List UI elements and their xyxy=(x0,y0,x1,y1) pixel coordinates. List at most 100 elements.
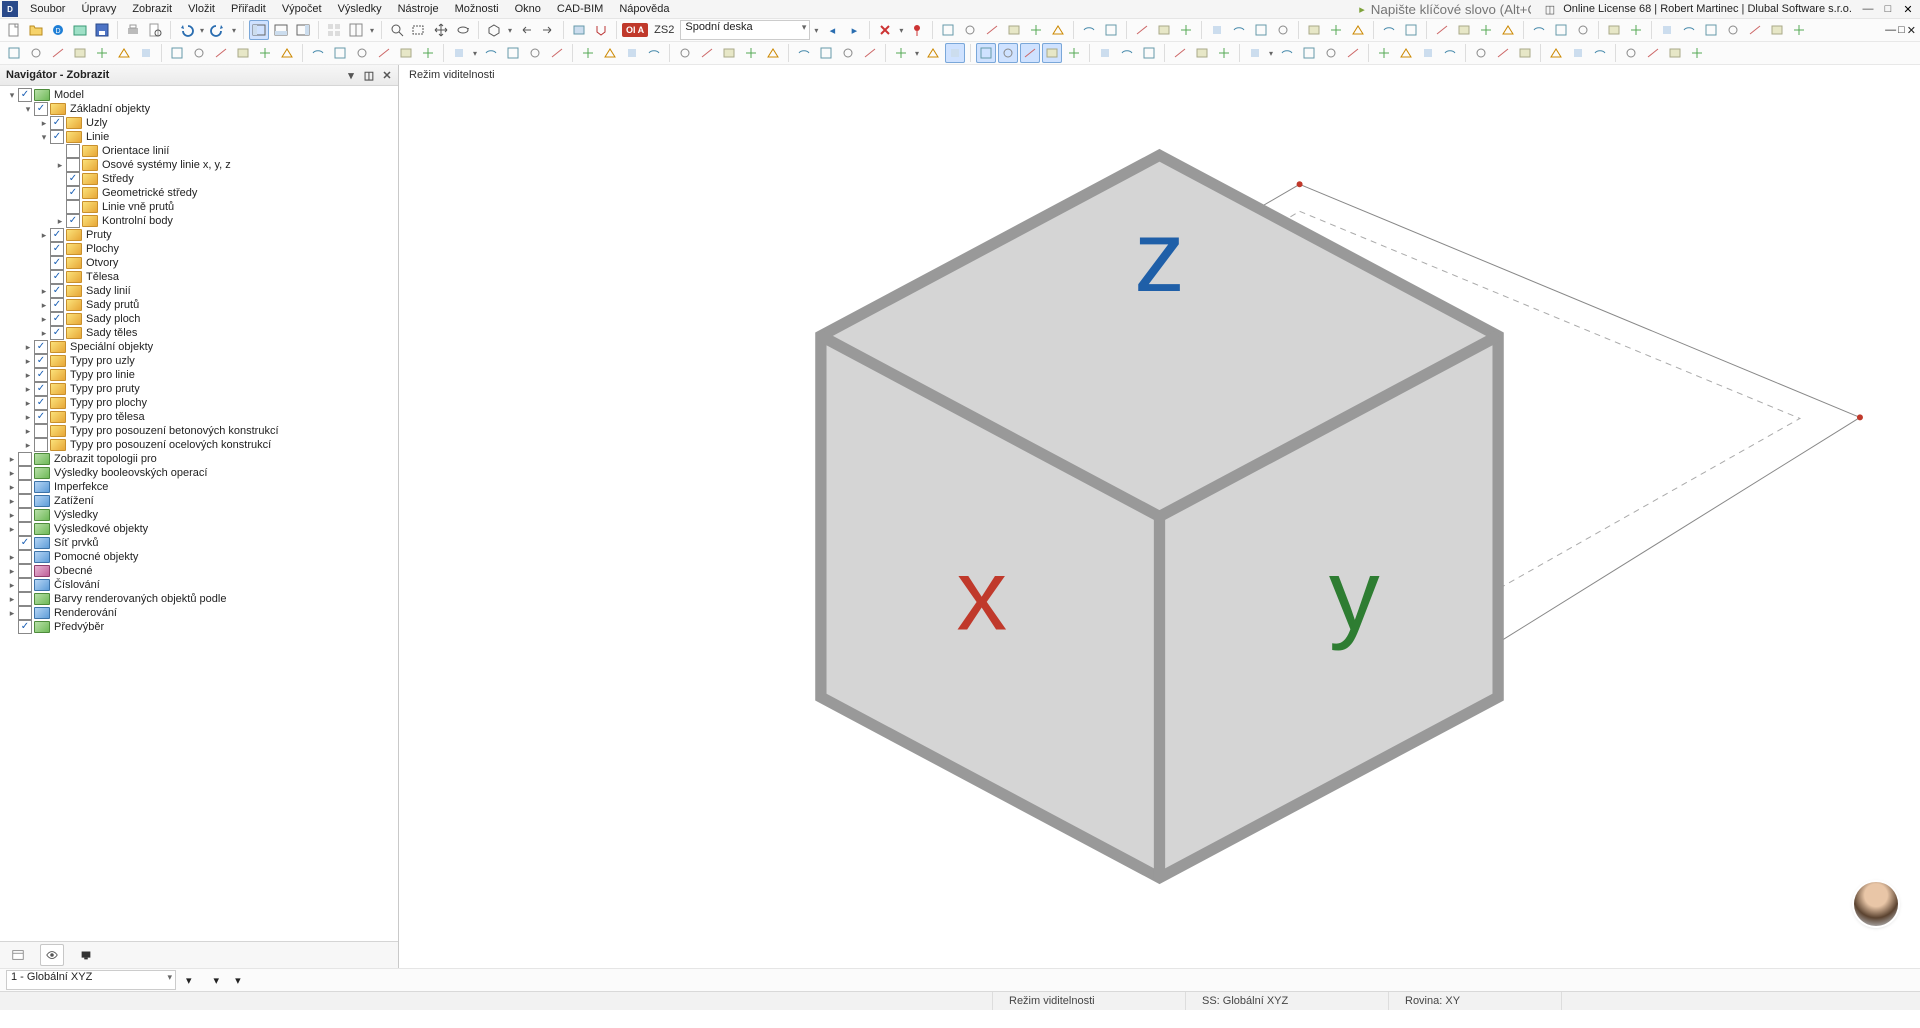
tree-node-10[interactable]: ▸✓Pruty xyxy=(0,228,398,242)
pan-icon[interactable] xyxy=(431,20,451,40)
tool2-61-icon[interactable] xyxy=(1493,43,1513,63)
bookmark3-icon[interactable] xyxy=(1701,20,1721,40)
tool2-67-icon[interactable] xyxy=(1643,43,1663,63)
expand-icon[interactable]: ▾ xyxy=(6,88,18,102)
render-icon[interactable] xyxy=(1348,20,1368,40)
find-icon[interactable] xyxy=(1379,20,1399,40)
panel-left-icon[interactable] xyxy=(249,20,269,40)
expand-icon[interactable]: ▸ xyxy=(22,396,34,410)
ol-badge[interactable]: Ol A xyxy=(622,23,648,37)
zoom-window-icon[interactable] xyxy=(409,20,429,40)
panel-toggle-icon[interactable]: ◫ xyxy=(1545,3,1555,16)
expand-icon[interactable]: ▸ xyxy=(22,382,34,396)
menu-cad-bim[interactable]: CAD-BIM xyxy=(549,1,611,17)
distance-icon[interactable] xyxy=(938,20,958,40)
expand-icon[interactable]: ▸ xyxy=(6,466,18,480)
expand-icon[interactable]: ▸ xyxy=(38,298,50,312)
minus-icon[interactable] xyxy=(1626,20,1646,40)
tree-node-8[interactable]: ✓Linie vně prutů xyxy=(0,200,398,214)
tool2-27-icon[interactable] xyxy=(644,43,664,63)
quick-search[interactable]: ▸ xyxy=(1359,1,1545,18)
checkbox[interactable]: ✓ xyxy=(34,438,48,452)
menu-okno[interactable]: Okno xyxy=(507,1,549,17)
checkbox[interactable]: ✓ xyxy=(18,620,32,634)
checkbox[interactable]: ✓ xyxy=(50,312,64,326)
checkbox[interactable]: ✓ xyxy=(34,396,48,410)
menu-přiřadit[interactable]: Přiřadit xyxy=(223,1,274,17)
checkbox[interactable]: ✓ xyxy=(66,200,80,214)
workplane-combo[interactable]: 1 - Globální XYZ xyxy=(6,970,176,990)
tool2-24-icon[interactable] xyxy=(578,43,598,63)
iso-icon[interactable] xyxy=(1207,20,1227,40)
tool2-19-icon[interactable] xyxy=(449,43,469,63)
tool2-37-icon[interactable] xyxy=(891,43,911,63)
checkbox[interactable]: ✓ xyxy=(18,578,32,592)
tool2-48-icon[interactable] xyxy=(1170,43,1190,63)
clip-z-icon[interactable] xyxy=(1048,20,1068,40)
axes-x-icon[interactable] xyxy=(1432,20,1452,40)
tree-node-19[interactable]: ▸✓Typy pro uzly xyxy=(0,354,398,368)
checkbox[interactable]: ✓ xyxy=(50,298,64,312)
menu-soubor[interactable]: Soubor xyxy=(22,1,73,17)
cut-z-icon[interactable] xyxy=(1176,20,1196,40)
tool2-68-icon[interactable] xyxy=(1665,43,1685,63)
block-icon[interactable] xyxy=(70,20,90,40)
cloud-icon[interactable]: D xyxy=(48,20,68,40)
tool2-50-icon[interactable] xyxy=(1214,43,1234,63)
show-surfaces-icon[interactable] xyxy=(569,20,589,40)
print-preview-icon[interactable] xyxy=(145,20,165,40)
tree-node-32[interactable]: ✓Síť prvků xyxy=(0,536,398,550)
navigator-tree[interactable]: ▾✓Model▾✓Základní objekty▸✓Uzly▾✓Linie✓O… xyxy=(0,86,398,941)
tool2-6-icon[interactable] xyxy=(136,43,156,63)
checkbox[interactable]: ✓ xyxy=(66,186,80,200)
expand-icon[interactable]: ▸ xyxy=(22,354,34,368)
checkbox[interactable]: ✓ xyxy=(34,354,48,368)
tree-node-37[interactable]: ▸✓Renderování xyxy=(0,606,398,620)
shade-icon[interactable] xyxy=(1326,20,1346,40)
expand-icon[interactable]: ▸ xyxy=(22,368,34,382)
tree-node-18[interactable]: ▸✓Speciální objekty xyxy=(0,340,398,354)
tool2-9-icon[interactable] xyxy=(211,43,231,63)
view-iso-icon[interactable] xyxy=(484,20,504,40)
checkbox[interactable]: ✓ xyxy=(50,130,64,144)
tree-node-6[interactable]: ✓Středy xyxy=(0,172,398,186)
tile-windows-icon[interactable] xyxy=(324,20,344,40)
checkbox[interactable]: ✓ xyxy=(50,116,64,130)
checkbox[interactable]: ✓ xyxy=(18,536,32,550)
tree-node-5[interactable]: ▸✓Osové systémy linie x, y, z xyxy=(0,158,398,172)
minimize-button[interactable]: ― xyxy=(1859,2,1877,16)
checkbox[interactable]: ✓ xyxy=(18,606,32,620)
front-icon[interactable] xyxy=(1251,20,1271,40)
tool2-60-icon[interactable] xyxy=(1471,43,1491,63)
tool2-65-icon[interactable] xyxy=(1590,43,1610,63)
expand-icon[interactable]: ▾ xyxy=(38,130,50,144)
tree-node-29[interactable]: ▸✓Zatížení xyxy=(0,494,398,508)
tool2-22-icon[interactable] xyxy=(525,43,545,63)
tab-views-icon[interactable] xyxy=(74,944,98,966)
tree-node-26[interactable]: ▸✓Zobrazit topologii pro xyxy=(0,452,398,466)
menu-možnosti[interactable]: Možnosti xyxy=(447,1,507,17)
menu-nápověda[interactable]: Nápověda xyxy=(611,1,677,17)
tool2-0-icon[interactable] xyxy=(4,43,24,63)
tool2-39-icon[interactable] xyxy=(945,43,965,63)
checkbox[interactable]: ✓ xyxy=(34,410,48,424)
tool2-16-icon[interactable] xyxy=(374,43,394,63)
checkbox[interactable]: ✓ xyxy=(50,228,64,242)
prev-view-icon[interactable] xyxy=(516,20,536,40)
tool2-55-icon[interactable] xyxy=(1343,43,1363,63)
tool2-44-icon[interactable] xyxy=(1064,43,1084,63)
tool2-31-icon[interactable] xyxy=(741,43,761,63)
loadcase-combo[interactable]: Spodní deska xyxy=(680,20,810,40)
undo-icon[interactable] xyxy=(176,20,196,40)
expand-icon[interactable]: ▸ xyxy=(6,550,18,564)
pin-icon[interactable] xyxy=(907,20,927,40)
tool2-28-icon[interactable] xyxy=(675,43,695,63)
expand-icon[interactable]: ▸ xyxy=(6,508,18,522)
assistant-avatar-icon[interactable] xyxy=(1854,882,1898,926)
tree-node-25[interactable]: ▸✓Typy pro posouzení ocelových konstrukc… xyxy=(0,438,398,452)
tool2-57-icon[interactable] xyxy=(1396,43,1416,63)
cut-y-icon[interactable] xyxy=(1154,20,1174,40)
tree-node-27[interactable]: ▸✓Výsledky booleovských operací xyxy=(0,466,398,480)
tool2-20-icon[interactable] xyxy=(481,43,501,63)
child-maximize-button[interactable]: □ xyxy=(1898,24,1905,36)
